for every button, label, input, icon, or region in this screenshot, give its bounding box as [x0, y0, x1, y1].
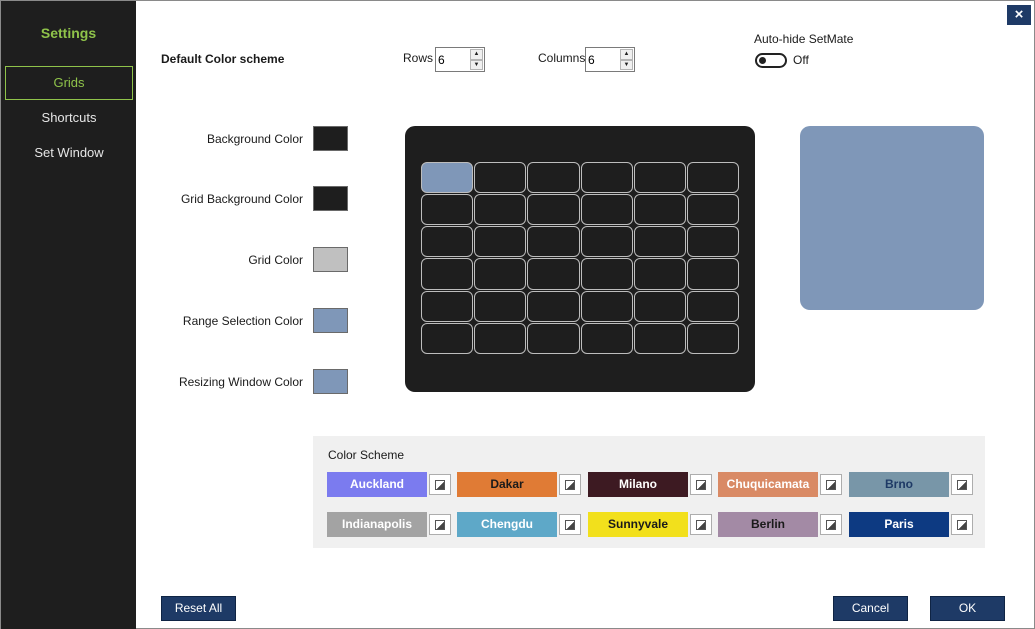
grid-cell — [633, 226, 686, 258]
scheme-indianapolis[interactable]: Indianapolis — [327, 512, 427, 537]
grid-cell — [474, 194, 527, 226]
reset-all-button[interactable]: Reset All — [161, 596, 236, 621]
grid-cell — [421, 194, 474, 226]
scheme-indianapolis-edit-icon[interactable] — [429, 514, 451, 535]
scheme-chuquicamata[interactable]: Chuquicamata — [718, 472, 818, 497]
scheme-auckland-edit-icon[interactable] — [429, 474, 451, 495]
scheme-brno[interactable]: Brno — [849, 472, 949, 497]
grid-cell — [527, 290, 580, 322]
grid-cell — [421, 290, 474, 322]
range-selection-color-label: Range Selection Color — [182, 314, 303, 328]
background-color-label: Background Color — [206, 132, 303, 146]
scheme-milano[interactable]: Milano — [588, 472, 688, 497]
grid-cell — [580, 194, 633, 226]
background-color-swatch[interactable] — [313, 126, 348, 151]
preview-grid — [421, 162, 739, 354]
sidebar-title: Settings — [40, 25, 97, 41]
grid-cell — [580, 290, 633, 322]
rows-input[interactable] — [437, 49, 471, 70]
color-scheme-panel: Color Scheme Auckland Dakar Milano Chuqu… — [313, 436, 985, 548]
scheme-milano-edit-icon[interactable] — [690, 474, 712, 495]
sidebar-item-grids[interactable]: Grids — [5, 66, 133, 100]
grid-cell — [686, 162, 739, 194]
grid-color-swatch[interactable] — [313, 247, 348, 272]
grid-preview — [405, 126, 755, 392]
resizing-window-color-swatch[interactable] — [313, 369, 348, 394]
grid-cell — [633, 290, 686, 322]
section-title: Default Color scheme — [161, 52, 285, 66]
columns-down-icon[interactable]: ▼ — [620, 59, 633, 70]
scheme-chengdu[interactable]: Chengdu — [457, 512, 557, 537]
rows-spinner: ▲ ▼ — [435, 47, 485, 72]
columns-up-icon[interactable]: ▲ — [620, 49, 633, 60]
grid-cell — [633, 258, 686, 290]
toggle-knob — [759, 57, 766, 64]
scheme-paris-edit-icon[interactable] — [951, 514, 973, 535]
grid-background-color-swatch[interactable] — [313, 186, 348, 211]
close-icon[interactable]: × — [1007, 5, 1031, 25]
range-selection-color-swatch[interactable] — [313, 308, 348, 333]
grid-cell — [686, 290, 739, 322]
grid-cell — [633, 322, 686, 354]
scheme-brno-edit-icon[interactable] — [951, 474, 973, 495]
grid-cell — [527, 226, 580, 258]
grid-cell — [421, 162, 474, 194]
autohide-label: Auto-hide SetMate — [754, 32, 854, 46]
scheme-chuquicamata-edit-icon[interactable] — [820, 474, 842, 495]
grid-cell — [474, 322, 527, 354]
scheme-sunnyvale[interactable]: Sunnyvale — [588, 512, 688, 537]
autohide-state: Off — [793, 53, 809, 67]
grid-cell — [421, 226, 474, 258]
autohide-toggle[interactable] — [755, 53, 787, 68]
grid-cell — [474, 290, 527, 322]
color-scheme-title: Color Scheme — [328, 448, 405, 462]
grid-cell — [686, 194, 739, 226]
cancel-button[interactable]: Cancel — [833, 596, 908, 621]
grid-cell — [686, 322, 739, 354]
grid-cell — [686, 226, 739, 258]
scheme-sunnyvale-edit-icon[interactable] — [690, 514, 712, 535]
grid-cell — [474, 162, 527, 194]
grid-cell — [633, 162, 686, 194]
grid-background-color-label: Grid Background Color — [180, 192, 303, 206]
grid-cell — [474, 226, 527, 258]
rows-up-icon[interactable]: ▲ — [470, 49, 483, 60]
grid-cell — [474, 258, 527, 290]
grid-cell — [527, 322, 580, 354]
columns-spinner: ▲ ▼ — [585, 47, 635, 72]
columns-label: Columns — [538, 51, 586, 65]
scheme-dakar[interactable]: Dakar — [457, 472, 557, 497]
scheme-chengdu-edit-icon[interactable] — [559, 514, 581, 535]
grid-cell — [421, 322, 474, 354]
grid-cell — [527, 162, 580, 194]
grid-cell — [580, 162, 633, 194]
grid-cell — [421, 258, 474, 290]
scheme-berlin[interactable]: Berlin — [718, 512, 818, 537]
grid-cell — [527, 194, 580, 226]
sidebar-item-shortcuts[interactable]: Shortcuts — [5, 102, 133, 136]
grid-cell — [527, 258, 580, 290]
settings-window: Settings Grids Shortcuts Set Window × De… — [0, 0, 1035, 629]
grid-cell — [686, 258, 739, 290]
resize-window-preview — [800, 126, 984, 310]
rows-label: Rows — [403, 51, 434, 65]
scheme-paris[interactable]: Paris — [849, 512, 949, 537]
grid-color-label: Grid Color — [248, 253, 303, 267]
grid-cell — [580, 226, 633, 258]
ok-button[interactable]: OK — [930, 596, 1005, 621]
scheme-auckland[interactable]: Auckland — [327, 472, 427, 497]
columns-input[interactable] — [587, 49, 621, 70]
grid-cell — [633, 194, 686, 226]
rows-down-icon[interactable]: ▼ — [470, 59, 483, 70]
scheme-berlin-edit-icon[interactable] — [820, 514, 842, 535]
grid-cell — [580, 258, 633, 290]
resizing-window-color-label: Resizing Window Color — [178, 375, 303, 389]
scheme-dakar-edit-icon[interactable] — [559, 474, 581, 495]
grid-cell — [580, 322, 633, 354]
